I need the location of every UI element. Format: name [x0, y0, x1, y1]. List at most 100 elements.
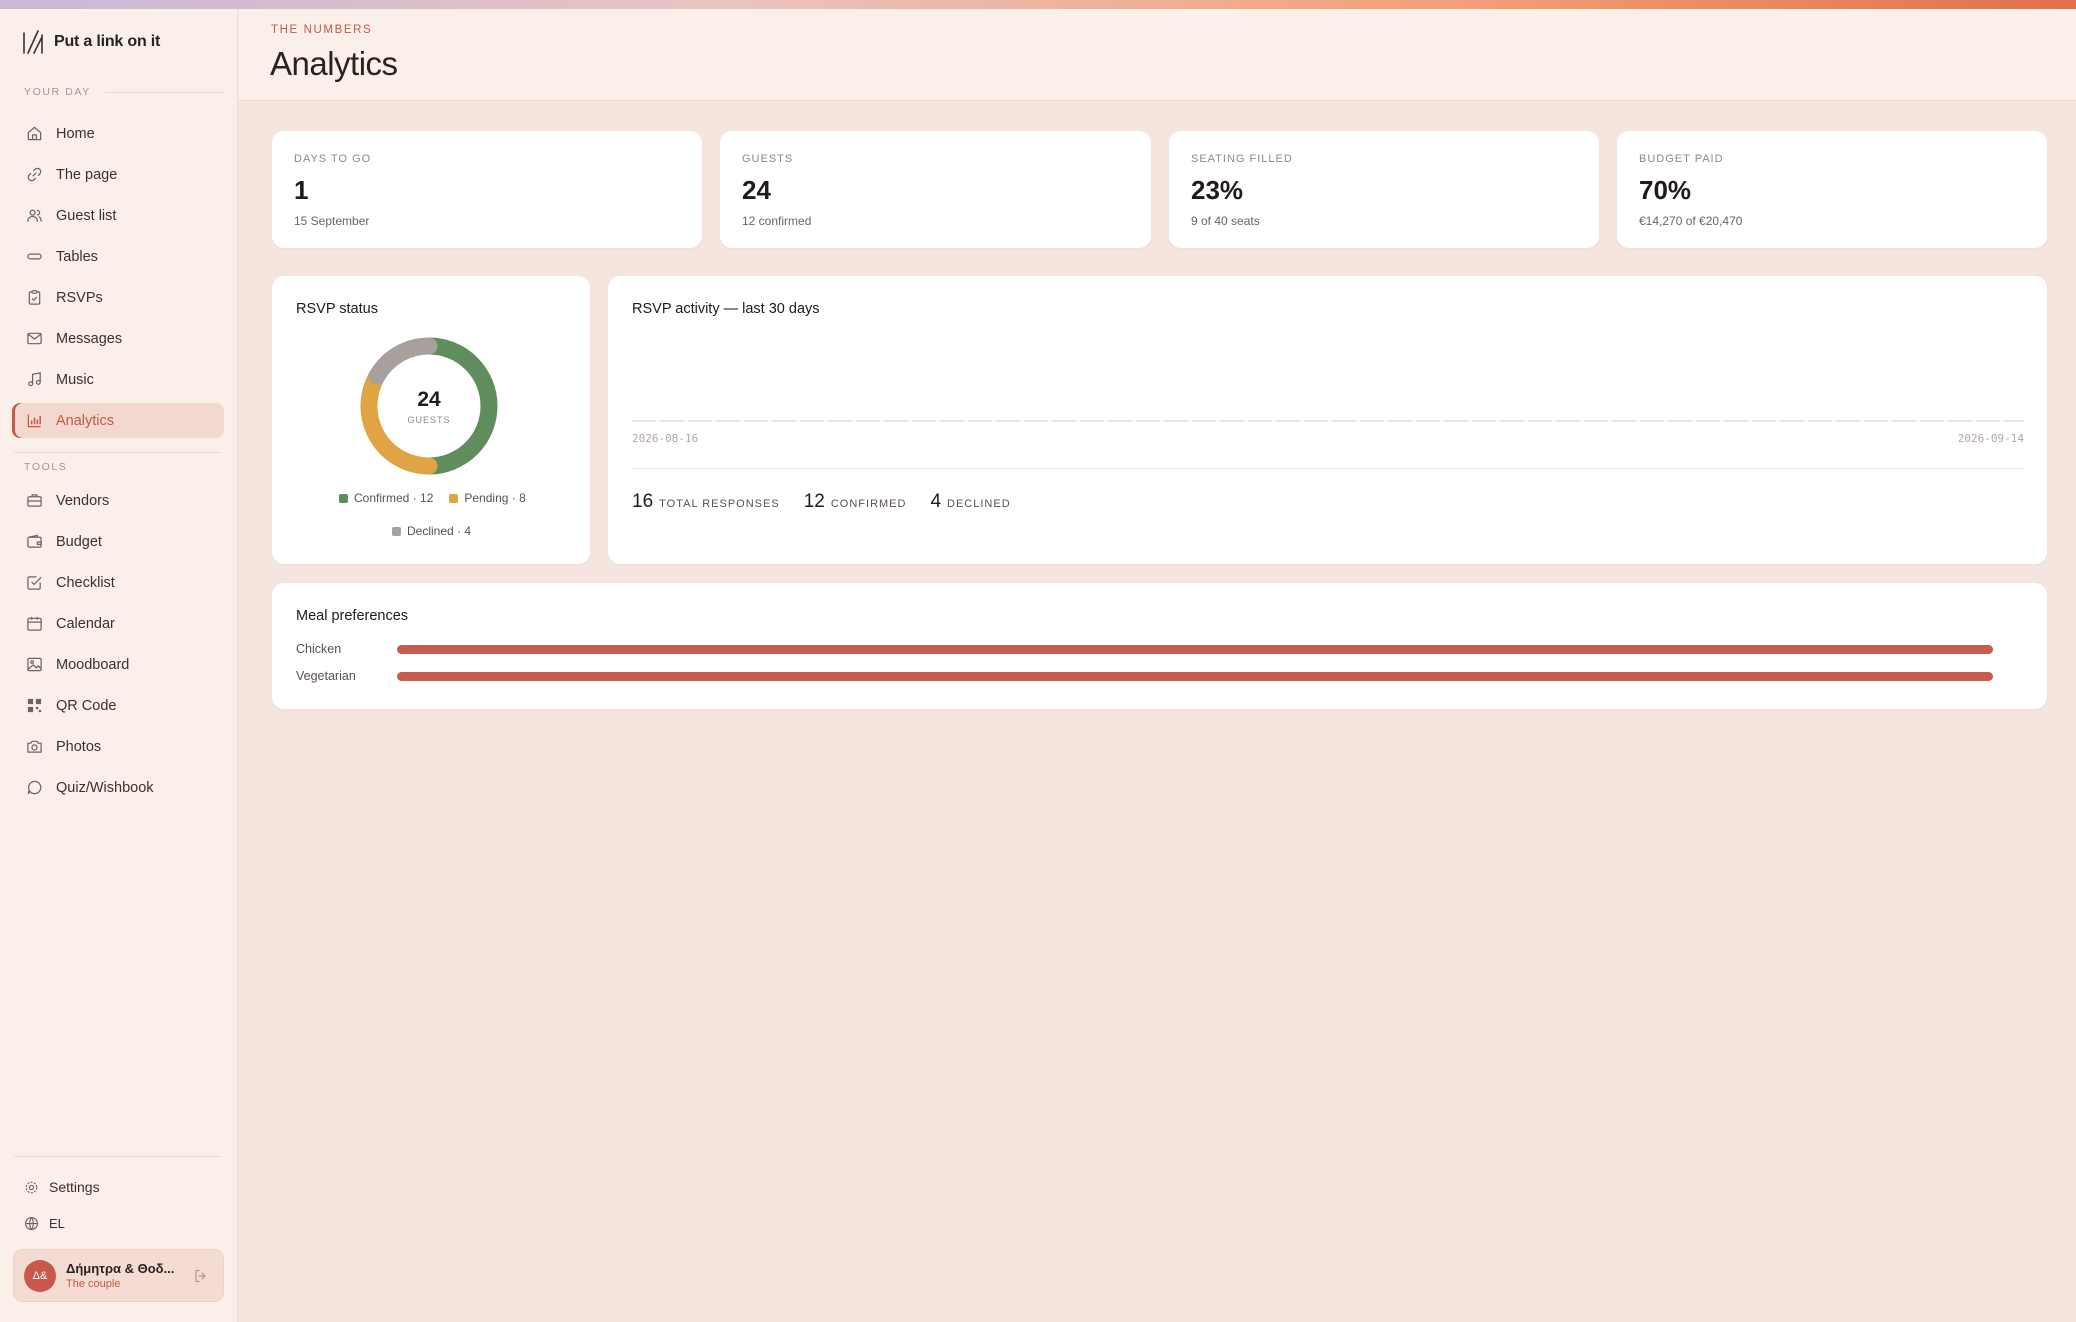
- avatar: Δ&: [24, 1259, 56, 1292]
- chart-icon: [27, 414, 41, 428]
- meal-row-chicken: Chicken 6: [296, 639, 2076, 659]
- nav-your-day: Home The page Guest list Tables RSVPs Me…: [12, 116, 224, 444]
- stat-value: 23%: [1191, 175, 1244, 205]
- meal-row-vegetarian: Vegetarian 6: [296, 666, 2076, 686]
- home-icon: [27, 126, 42, 141]
- stat-sub: 9 of 40 seats: [1191, 214, 1260, 228]
- sidebar-item-vendors[interactable]: Vendors: [12, 483, 224, 518]
- meal-bar-fill: [397, 671, 1993, 681]
- stat-card-seating-filled: SEATING FILLED 23% 9 of 40 seats: [1169, 131, 1599, 248]
- sidebar-item-photos[interactable]: Photos: [12, 729, 224, 764]
- chat-icon: [27, 780, 42, 795]
- rsvp-status-card: RSVP status 24 GUESTS Confirmed · 12 Pen…: [272, 276, 590, 564]
- sidebar-divider: [14, 1156, 222, 1157]
- sidebar-item-label: Messages: [56, 330, 123, 347]
- sidebar-item-the-page[interactable]: The page: [12, 157, 224, 192]
- logo-icon: [23, 30, 43, 54]
- meal-label: Chicken: [296, 642, 342, 656]
- sidebar-item-home[interactable]: Home: [12, 116, 224, 151]
- mail-icon: [27, 332, 42, 345]
- sidebar-item-label: QR Code: [56, 697, 117, 714]
- stat-card-days-to-go: DAYS TO GO 1 15 September: [272, 131, 702, 248]
- sidebar-item-label: Checklist: [56, 574, 115, 591]
- stat-sub: 15 September: [294, 214, 370, 228]
- rsvp-activity-title: RSVP activity — last 30 days: [632, 301, 820, 317]
- user-card[interactable]: Δ& Δήμητρα & Θοδ... The couple: [13, 1249, 224, 1302]
- sidebar-item-label: Analytics: [56, 412, 115, 429]
- sidebar-item-qr-code[interactable]: QR Code: [12, 688, 224, 723]
- sidebar-item-tables[interactable]: Tables: [12, 239, 224, 274]
- rsvp-activity-card: RSVP activity — last 30 days 2026-08-16 …: [608, 276, 2047, 564]
- sidebar-item-messages[interactable]: Messages: [12, 321, 224, 356]
- legend-swatch: [339, 493, 348, 503]
- legend-swatch: [392, 526, 401, 536]
- donut-legend-row: Declined · 4: [392, 524, 471, 538]
- activity-end-date: 2026-09-14: [1957, 432, 2024, 445]
- user-role: The couple: [66, 1278, 121, 1290]
- stat-sub: 12 confirmed: [742, 214, 812, 228]
- stat-sub: €14,270 of €20,470: [1639, 214, 1743, 228]
- wallet-icon: [27, 534, 42, 548]
- sidebar-divider: [14, 452, 222, 453]
- legend-item-declined: Declined · 4: [392, 524, 471, 538]
- stat-label: SEATING FILLED: [1191, 153, 1293, 165]
- stat-card-guests: GUESTS 24 12 confirmed: [720, 131, 1151, 248]
- rsvp-activity-chart: [632, 420, 2024, 422]
- meal-bar-fill: [397, 644, 1993, 654]
- music-icon: [28, 372, 41, 387]
- sidebar-item-label: Quiz/Wishbook: [56, 779, 154, 796]
- sidebar-item-label: Moodboard: [56, 656, 130, 673]
- meal-bar-track: [397, 644, 1993, 654]
- sidebar-item-label: Vendors: [56, 492, 110, 509]
- total-confirmed: 12 CONFIRMED: [804, 491, 907, 513]
- clipboard-icon: [28, 290, 41, 305]
- link-icon: [27, 167, 42, 182]
- rsvp-status-title: RSVP status: [296, 301, 378, 317]
- activity-divider: [632, 468, 2024, 469]
- top-gradient-bar: [0, 0, 2076, 9]
- page-header: THE NUMBERS Analytics: [239, 9, 2076, 101]
- legend-swatch: [449, 493, 459, 503]
- nav-tools: Vendors Budget Checklist Calendar Moodbo…: [12, 483, 224, 811]
- sidebar-item-checklist[interactable]: Checklist: [12, 565, 224, 600]
- meal-preferences-title: Meal preferences: [296, 608, 409, 624]
- globe-icon: [25, 1217, 38, 1231]
- legend-item-pending: Pending · 8: [449, 491, 526, 505]
- total-value: 16: [632, 491, 654, 512]
- language-label: EL: [49, 1216, 65, 1231]
- donut-center-label: GUESTS: [407, 415, 450, 425]
- brand-name: Put a link on it: [54, 33, 161, 50]
- sidebar-item-label: The page: [56, 166, 118, 183]
- sidebar-item-label: RSVPs: [56, 289, 103, 306]
- legend-label: Confirmed · 12: [354, 491, 434, 505]
- gear-icon: [25, 1181, 38, 1193]
- sidebar-item-guest-list[interactable]: Guest list: [12, 198, 224, 233]
- total-label: CONFIRMED: [830, 498, 907, 510]
- stat-value: 70%: [1639, 175, 1692, 205]
- sidebar-item-calendar[interactable]: Calendar: [12, 606, 224, 641]
- sidebar-item-analytics[interactable]: Analytics: [12, 403, 224, 438]
- stat-value: 24: [742, 175, 771, 205]
- sidebar-item-music[interactable]: Music: [12, 362, 224, 397]
- sidebar-item-budget[interactable]: Budget: [12, 524, 224, 559]
- settings-link[interactable]: Settings: [24, 1179, 100, 1195]
- checkbox-icon: [27, 576, 42, 590]
- sidebar-item-quiz-wishbook[interactable]: Quiz/Wishbook: [12, 770, 224, 805]
- legend-label: Pending · 8: [464, 491, 526, 505]
- page-title: Analytics: [270, 45, 398, 82]
- total-value: 4: [930, 491, 942, 512]
- sidebar-item-rsvps[interactable]: RSVPs: [12, 280, 224, 315]
- meal-bar-track: [397, 671, 1993, 681]
- users-icon: [27, 209, 42, 222]
- settings-label: Settings: [49, 1179, 100, 1195]
- brand[interactable]: Put a link on it: [22, 28, 160, 56]
- sidebar-item-moodboard[interactable]: Moodboard: [12, 647, 224, 682]
- activity-totals: 16 TOTAL RESPONSES 12 CONFIRMED 4 DECLIN…: [632, 491, 1011, 513]
- total-label: TOTAL RESPONSES: [659, 498, 780, 510]
- legend-item-confirmed: Confirmed · 12: [339, 491, 433, 505]
- language-switch[interactable]: EL: [24, 1216, 65, 1231]
- logout-icon[interactable]: [193, 1268, 209, 1284]
- sidebar-item-label: Home: [56, 125, 95, 142]
- donut-legend-row: Confirmed · 12 Pending · 8: [339, 491, 526, 505]
- section-label-tools: TOOLS: [24, 461, 68, 473]
